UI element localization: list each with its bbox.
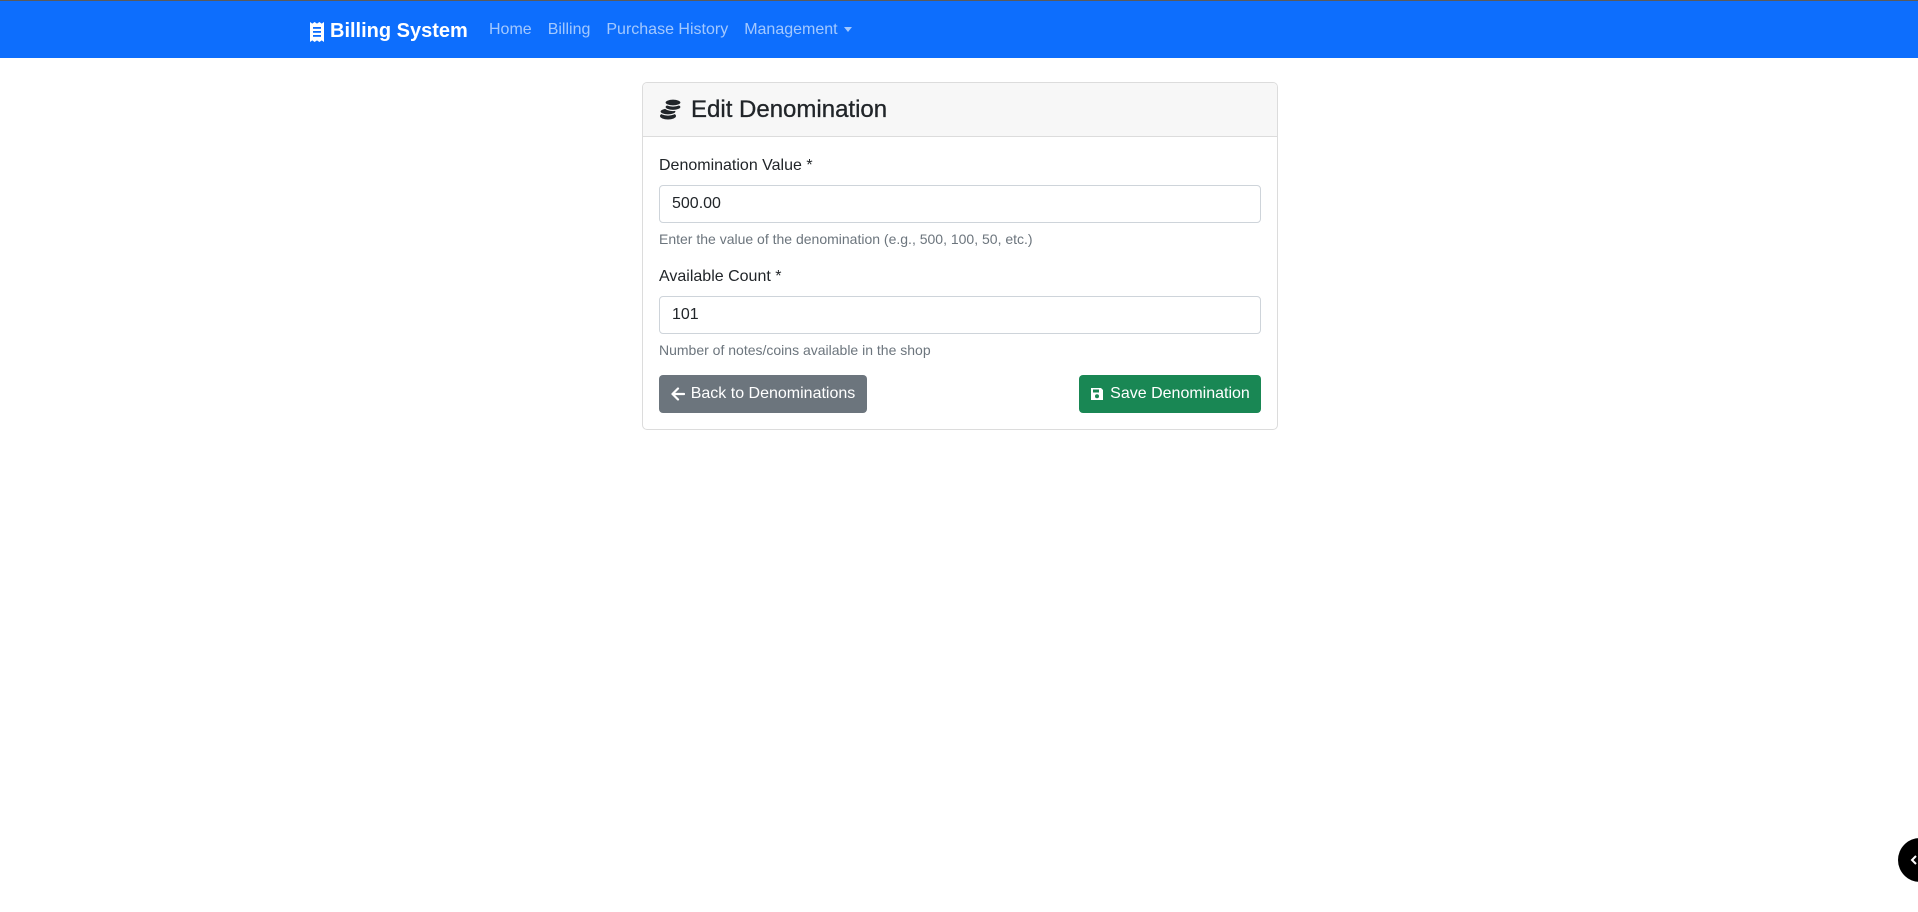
denomination-value-input[interactable] [659,185,1261,223]
top-navbar: Billing System Home Billing Purchase His… [0,0,1918,58]
save-denomination-button[interactable]: Save Denomination [1079,375,1261,413]
denomination-value-help: Enter the value of the denomination (e.g… [659,231,1033,247]
nav-management-label: Management [744,21,838,38]
receipt-icon [310,21,324,42]
arrow-left-icon [671,387,685,401]
nav-links: Home Billing Purchase History Management [489,21,868,39]
back-button-label: Back to Denominations [690,385,856,402]
chevron-left-icon [1910,855,1917,865]
save-button-label: Save Denomination [1110,385,1250,402]
denomination-value-label: Denomination Value * [659,157,813,174]
nav-management-dropdown[interactable]: Management [744,21,852,39]
card-header: Edit Denomination [643,83,1277,137]
nav-home[interactable]: Home [489,21,532,39]
floppy-disk-icon [1091,388,1104,400]
available-count-label: Available Count * [659,268,782,285]
brand-link[interactable]: Billing System [310,20,468,43]
page-title: Edit Denomination [691,95,888,123]
available-count-input[interactable] [659,296,1261,334]
brand-title: Billing System [330,20,468,42]
nav-billing[interactable]: Billing [548,21,591,39]
nav-purchase-history[interactable]: Purchase History [606,21,728,39]
edit-denomination-card: Edit Denomination Denomination Value * E… [642,82,1278,430]
back-to-denominations-button[interactable]: Back to Denominations [659,375,867,413]
floating-toggle-button[interactable] [1898,838,1918,882]
available-count-help: Number of notes/coins available in the s… [659,342,931,358]
chevron-down-icon [843,27,852,33]
coins-icon [659,97,682,119]
